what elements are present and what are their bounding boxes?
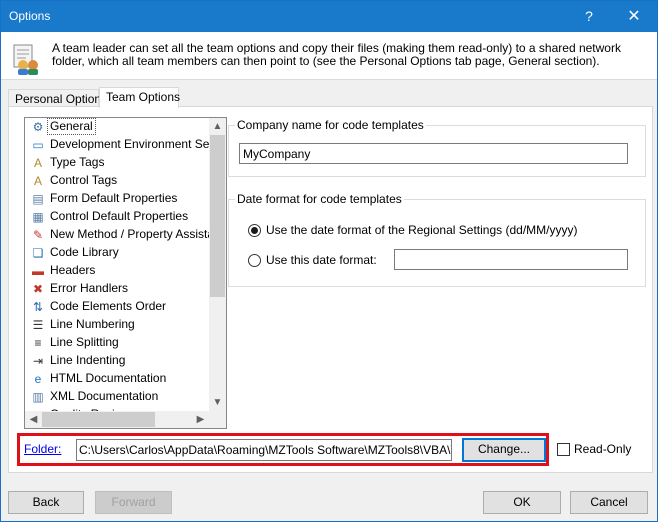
- tree-item-label: Error Handlers: [50, 281, 129, 295]
- tree-item[interactable]: ▤ Form Default Properties: [25, 190, 209, 208]
- tree-item[interactable]: ▭ Development Environment Settin: [25, 136, 209, 154]
- header-icon: ▬: [32, 264, 44, 278]
- read-only-label: Read-Only: [574, 442, 632, 456]
- scroll-thumb-horizontal[interactable]: [42, 412, 155, 427]
- tree-item[interactable]: ⇅ Code Elements Order: [25, 298, 209, 316]
- tree-item-label: Line Indenting: [50, 353, 126, 367]
- tree-item-label: HTML Documentation: [50, 371, 167, 385]
- company-group-legend: Company name for code templates: [235, 118, 426, 132]
- tree-item-label: Control Tags: [50, 173, 118, 187]
- radio-regional-settings[interactable]: Use the date format of the Regional Sett…: [248, 223, 608, 239]
- forward-button: Forward: [95, 491, 172, 514]
- radio-regional-button[interactable]: [248, 224, 261, 237]
- scroll-thumb-vertical[interactable]: [210, 135, 225, 297]
- radio-custom-label: Use this date format:: [266, 253, 377, 267]
- tree-vertical-scrollbar[interactable]: ▲ ▼: [209, 118, 226, 411]
- radio-custom-button[interactable]: [248, 254, 261, 267]
- radio-custom-format[interactable]: Use this date format:: [248, 253, 398, 269]
- team-options-page: ⚙ General ▭ Development Environment Settin A…: [8, 106, 653, 473]
- ok-button[interactable]: OK: [483, 491, 561, 514]
- tree-item[interactable]: ▬ Headers: [25, 262, 209, 280]
- tree-item-label: Type Tags: [50, 155, 105, 169]
- change-folder-button[interactable]: Change...: [462, 438, 546, 462]
- order-icon: ⇅: [32, 300, 44, 314]
- date-format-group: Date format for code templates Use the d…: [228, 192, 646, 287]
- info-text: A team leader can set all the team optio…: [52, 41, 621, 68]
- close-button[interactable]: ✕: [611, 1, 657, 32]
- tag-icon: A: [33, 174, 42, 188]
- team-options-icon: [10, 43, 42, 75]
- radio-regional-label: Use the date format of the Regional Sett…: [266, 223, 578, 237]
- tree-item[interactable]: ▦ Control Default Properties: [25, 208, 209, 226]
- tree-item-label: General: [47, 118, 96, 135]
- tree-item-label: Line Splitting: [50, 335, 119, 349]
- scroll-up-icon[interactable]: ▲: [209, 118, 226, 135]
- tree-item[interactable]: A Control Tags: [25, 172, 209, 190]
- scroll-right-icon[interactable]: ▶: [192, 411, 209, 428]
- tree-item-label: Development Environment Settin: [50, 137, 209, 151]
- error-icon: ✖: [32, 282, 44, 296]
- scroll-corner: [209, 411, 226, 428]
- tree-item[interactable]: ☰ Line Numbering: [25, 316, 209, 334]
- company-name-group: Company name for code templates MyCompan…: [228, 118, 646, 177]
- form-icon: ▤: [32, 192, 44, 206]
- date-group-legend: Date format for code templates: [235, 192, 404, 206]
- tree-item[interactable]: ▥ XML Documentation: [25, 388, 209, 406]
- general-icon: ⚙: [32, 120, 44, 134]
- scroll-down-icon[interactable]: ▼: [209, 394, 226, 411]
- splitting-icon: ≡: [34, 336, 42, 350]
- title-bar: Options ? ✕: [1, 1, 657, 32]
- tree-item-label: Headers: [50, 263, 96, 277]
- tree-item[interactable]: ⚙ General: [25, 118, 209, 136]
- read-only-checkbox[interactable]: [557, 443, 570, 456]
- info-banner: A team leader can set all the team optio…: [1, 32, 657, 80]
- tree-item[interactable]: ✖ Error Handlers: [25, 280, 209, 298]
- html-icon: e: [34, 372, 42, 386]
- control-icon: ▦: [32, 210, 44, 224]
- folder-path-input[interactable]: C:\Users\Carlos\AppData\Roaming\MZTools …: [76, 439, 452, 461]
- back-button[interactable]: Back: [8, 491, 84, 514]
- cancel-button[interactable]: Cancel: [570, 491, 648, 514]
- folder-link[interactable]: Folder:: [24, 442, 61, 456]
- tree-item[interactable]: ≡ Line Splitting: [25, 334, 209, 352]
- help-button[interactable]: ?: [566, 1, 612, 32]
- tree-item-label: Form Default Properties: [50, 191, 178, 205]
- options-tree[interactable]: ⚙ General ▭ Development Environment Settin A…: [24, 117, 227, 429]
- tree-item-label: Control Default Properties: [50, 209, 189, 223]
- tree-item[interactable]: ✎ New Method / Property Assistant: [25, 226, 209, 244]
- tree-items: ⚙ General ▭ Development Environment Settin A…: [25, 118, 209, 411]
- tab-team-options[interactable]: Team Options: [99, 87, 180, 108]
- monitor-icon: ▭: [32, 138, 44, 152]
- xml-icon: ▥: [32, 390, 44, 404]
- tree-item[interactable]: ❏ Code Library: [25, 244, 209, 262]
- numbering-icon: ☰: [32, 318, 44, 332]
- tree-item-label: Code Library: [50, 245, 119, 259]
- tree-item[interactable]: A Type Tags: [25, 154, 209, 172]
- company-name-input[interactable]: MyCompany: [239, 143, 628, 164]
- tag-icon: A: [33, 156, 42, 170]
- indenting-icon: ⇥: [32, 354, 44, 368]
- tree-horizontal-scrollbar[interactable]: ◀ ▶: [25, 411, 209, 428]
- scroll-left-icon[interactable]: ◀: [25, 411, 42, 428]
- wand-icon: ✎: [32, 228, 44, 242]
- book-icon: ❏: [32, 246, 44, 260]
- tree-item-label: Line Numbering: [50, 317, 135, 331]
- tree-item-label: Code Elements Order: [50, 299, 167, 313]
- tree-item[interactable]: e HTML Documentation: [25, 370, 209, 388]
- options-dialog: Options ? ✕ A team leader can set all th…: [0, 0, 658, 522]
- tree-item[interactable]: ⇥ Line Indenting: [25, 352, 209, 370]
- tree-item-label: New Method / Property Assistant: [50, 227, 209, 241]
- window-title: Options: [9, 9, 51, 23]
- tree-item-label: XML Documentation: [50, 389, 159, 403]
- custom-date-format-input[interactable]: [394, 249, 628, 270]
